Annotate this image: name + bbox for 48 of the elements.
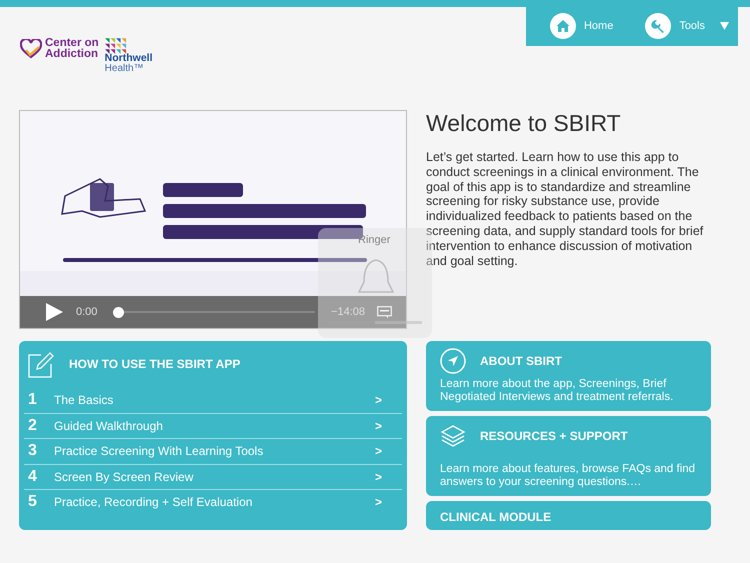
chevron: > bbox=[374, 392, 382, 407]
list-item[interactable]: 2 Guided Walkthrough > bbox=[24, 412, 402, 438]
card-title: RESOURCES + SUPPORT bbox=[480, 429, 628, 443]
item-label: Screen By Screen Review bbox=[54, 470, 194, 484]
triangles-icon bbox=[104, 38, 127, 55]
list-item[interactable]: 5 Practice, Recording + Self Evaluation > bbox=[24, 489, 402, 514]
card-title: ABOUT SBIRT bbox=[480, 354, 562, 368]
edit-icon bbox=[27, 350, 55, 378]
step-number: 3 bbox=[28, 442, 38, 460]
page-title: Welcome to SBIRT bbox=[426, 110, 622, 136]
play-icon[interactable] bbox=[44, 302, 64, 322]
layers-icon bbox=[440, 423, 466, 449]
clinical-module-button[interactable]: CLINICAL MODULE bbox=[426, 501, 711, 530]
heart-check-icon bbox=[20, 39, 42, 59]
item-label: Practice Screening With Learning Tools bbox=[54, 444, 264, 458]
item-label: The Basics bbox=[54, 392, 114, 407]
overlay-title: Ringer bbox=[358, 234, 390, 246]
step-number: 5 bbox=[28, 493, 38, 512]
home-icon bbox=[550, 13, 576, 39]
list-item[interactable]: 3 Practice Screening With Learning Tools > bbox=[24, 438, 402, 464]
navigation-icon bbox=[440, 348, 466, 374]
list-item[interactable]: 1 The Basics > bbox=[24, 387, 402, 412]
card-text: Learn more about features, browse FAQs and find answers to your screening questions.… bbox=[440, 463, 696, 488]
intro-text: Let’s get started. Learn how to use this app to conduct screenings in a clinical environment. The goal of this app is to standardize and streamline screening for risky substance use, provide individualized feedback to patients based on the screening data, and supply standard tools for brief intervention to enhance discussion of motivation and goal setting. bbox=[426, 150, 704, 268]
chevron: > bbox=[374, 418, 382, 433]
logo-text: Northwell bbox=[104, 53, 153, 64]
card-text: Learn more about the app, Screenings, Brief Negotiated Interviews and treatment referrals. bbox=[440, 378, 674, 403]
logo-text: Health™ bbox=[104, 64, 144, 74]
panel-title: HOW TO USE THE SBIRT APP bbox=[69, 357, 240, 371]
elapsed-time: 0:00 bbox=[76, 306, 98, 318]
logo-text: Center on Addiction bbox=[45, 38, 99, 60]
info-card[interactable]: ABOUT SBIRT Learn more about the app, Screenings, Brief Negotiated Interviews and treatment referrals. bbox=[426, 341, 711, 411]
chevron: > bbox=[374, 495, 382, 510]
home-button[interactable]: Home bbox=[550, 13, 614, 39]
tools-button[interactable]: Tools bbox=[645, 13, 729, 39]
item-label: Practice, Recording + Self Evaluation bbox=[54, 495, 254, 510]
info-card[interactable]: RESOURCES + SUPPORT Learn more about features, browse FAQs and find answers to your screening questions.… bbox=[426, 416, 711, 496]
progress-thumb[interactable] bbox=[113, 306, 124, 318]
step-number: 2 bbox=[28, 416, 38, 435]
wrench-icon bbox=[645, 13, 672, 39]
card-title: CLINICAL MODULE bbox=[440, 510, 552, 524]
step-number: 4 bbox=[28, 468, 38, 486]
step-number: 1 bbox=[28, 390, 38, 409]
chevron: > bbox=[374, 444, 382, 458]
chevron: > bbox=[374, 470, 382, 484]
list-item[interactable]: 4 Screen By Screen Review > bbox=[24, 464, 402, 489]
remaining-time: −14:08 bbox=[331, 306, 365, 318]
item-label: Guided Walkthrough bbox=[54, 418, 164, 433]
